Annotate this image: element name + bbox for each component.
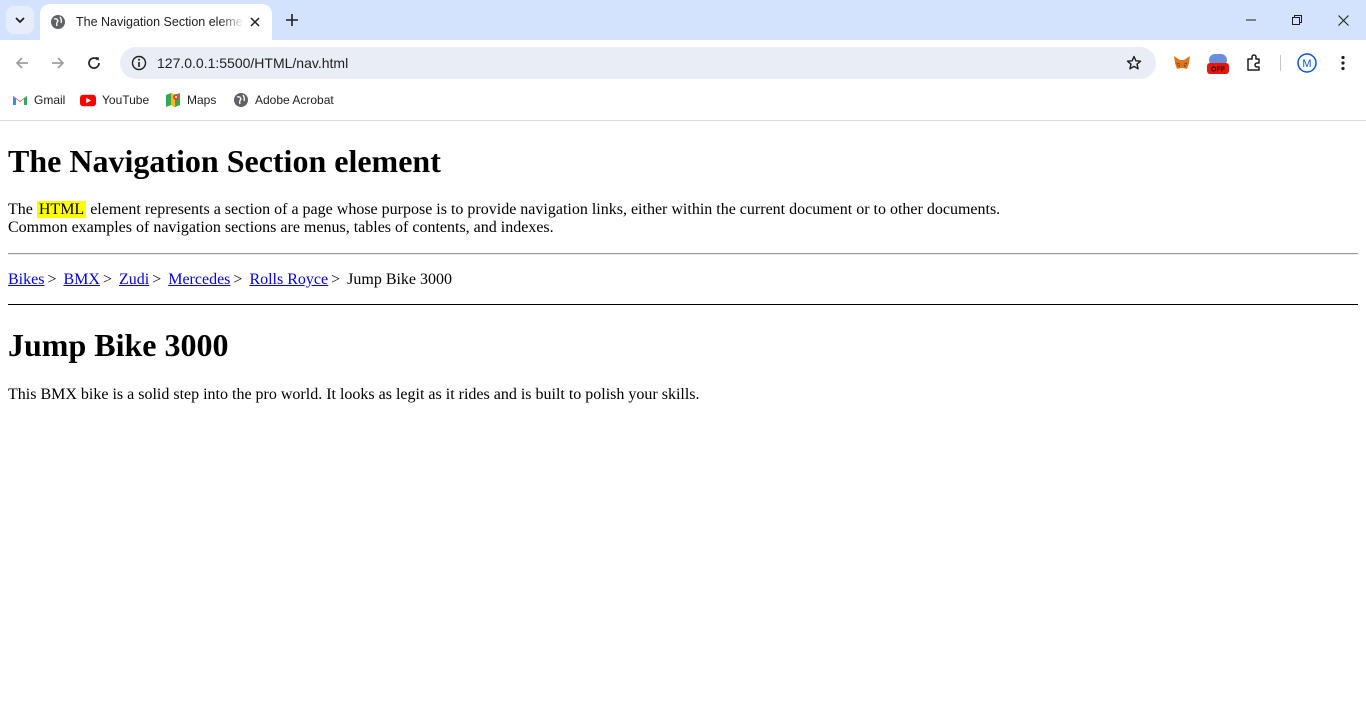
plus-icon bbox=[286, 14, 298, 26]
extension-badge: OFF bbox=[1211, 67, 1226, 74]
chevron-down-icon bbox=[15, 17, 25, 24]
page-content: The Navigation Section element The HTML … bbox=[0, 121, 1366, 728]
close-tab-icon[interactable] bbox=[246, 13, 264, 31]
extensions-puzzle-icon[interactable] bbox=[1241, 50, 1267, 76]
intro-text-line2: Common examples of navigation sections a… bbox=[8, 219, 554, 236]
globe-icon bbox=[50, 14, 66, 30]
minimize-button[interactable] bbox=[1228, 0, 1274, 40]
url-text[interactable]: 127.0.0.1:5500/HTML/nav.html bbox=[157, 47, 348, 79]
profile-avatar[interactable]: M bbox=[1294, 50, 1320, 76]
breadcrumb-current: Jump Bike 3000 bbox=[347, 271, 453, 288]
breadcrumb-separator: > bbox=[331, 271, 341, 288]
breadcrumb-link-bikes[interactable]: Bikes bbox=[8, 271, 44, 288]
gmail-icon bbox=[12, 92, 28, 108]
site-info-icon[interactable] bbox=[126, 50, 152, 76]
highlighted-term: HTML bbox=[36, 201, 87, 218]
reload-icon bbox=[88, 57, 100, 69]
menu-kebab-icon[interactable] bbox=[1330, 50, 1356, 76]
browser-toolbar: 127.0.0.1:5500/HTML/nav.html OFF M bbox=[0, 40, 1366, 86]
breadcrumb-separator: > bbox=[233, 271, 243, 288]
breadcrumb-link-bmx[interactable]: BMX bbox=[63, 271, 99, 288]
arrow-right-icon bbox=[52, 57, 65, 69]
bookmark-label: Maps bbox=[187, 93, 217, 107]
bookmark-label: YouTube bbox=[102, 93, 150, 107]
active-tab[interactable]: The Navigation Section element bbox=[40, 4, 272, 40]
breadcrumb-separator: > bbox=[47, 271, 57, 288]
maps-icon bbox=[165, 92, 181, 108]
breadcrumb-separator: > bbox=[152, 271, 162, 288]
page-title: The Navigation Section element bbox=[8, 143, 441, 179]
tab-search-button[interactable] bbox=[6, 6, 34, 34]
restore-icon bbox=[1292, 15, 1302, 25]
toolbar-separator bbox=[1280, 55, 1281, 71]
bookmark-adobe-acrobat[interactable]: Adobe Acrobat bbox=[233, 90, 334, 110]
product-title: Jump Bike 3000 bbox=[8, 327, 229, 363]
new-tab-button[interactable] bbox=[280, 8, 304, 32]
close-icon bbox=[1337, 14, 1349, 26]
intro-text-start: The bbox=[8, 201, 37, 218]
globe-icon bbox=[233, 92, 249, 108]
youtube-icon bbox=[80, 92, 96, 108]
breadcrumb-separator: > bbox=[102, 271, 112, 288]
minimize-icon bbox=[1246, 19, 1256, 21]
bookmark-label: Gmail bbox=[34, 93, 66, 107]
breadcrumb-link-rolls-royce[interactable]: Rolls Royce bbox=[249, 271, 328, 288]
tab-title: The Navigation Section element bbox=[76, 15, 244, 29]
bookmark-youtube[interactable]: YouTube bbox=[80, 90, 149, 110]
product-description: This BMX bike is a solid step into the p… bbox=[8, 386, 700, 403]
reload-button[interactable] bbox=[78, 47, 110, 79]
forward-button[interactable] bbox=[42, 47, 74, 79]
arrow-left-icon bbox=[15, 57, 28, 69]
bookmark-maps[interactable]: Maps bbox=[165, 90, 216, 110]
back-button[interactable] bbox=[6, 47, 38, 79]
breadcrumb-link-mercedes[interactable]: Mercedes bbox=[168, 271, 230, 288]
restore-button[interactable] bbox=[1274, 0, 1320, 40]
tab-strip: The Navigation Section element bbox=[0, 0, 1366, 40]
breadcrumb-link-zudi[interactable]: Zudi bbox=[119, 271, 149, 288]
profile-initial: M bbox=[1302, 58, 1311, 70]
breadcrumb: Bikes > BMX > Zudi > Mercedes > Rolls Royce > Jump… bbox=[8, 271, 452, 289]
metamask-extension-icon[interactable] bbox=[1169, 50, 1195, 76]
intro-paragraph: The HTML element represents a section of… bbox=[8, 201, 1000, 237]
close-window-button[interactable] bbox=[1320, 0, 1366, 40]
bookmarks-bar: Gmail YouTube Maps Adobe Acrobat bbox=[0, 86, 1366, 114]
bookmark-star-icon[interactable] bbox=[1122, 51, 1146, 75]
bookmark-gmail[interactable]: Gmail bbox=[12, 90, 65, 110]
intro-text-end: element represents a section of a page w… bbox=[86, 201, 1001, 218]
address-bar[interactable]: 127.0.0.1:5500/HTML/nav.html bbox=[120, 47, 1156, 79]
off-toggle-extension-icon[interactable]: OFF bbox=[1205, 50, 1231, 76]
divider-bottom bbox=[8, 304, 1358, 305]
divider-top bbox=[8, 253, 1358, 255]
bookmark-label: Adobe Acrobat bbox=[255, 93, 334, 107]
